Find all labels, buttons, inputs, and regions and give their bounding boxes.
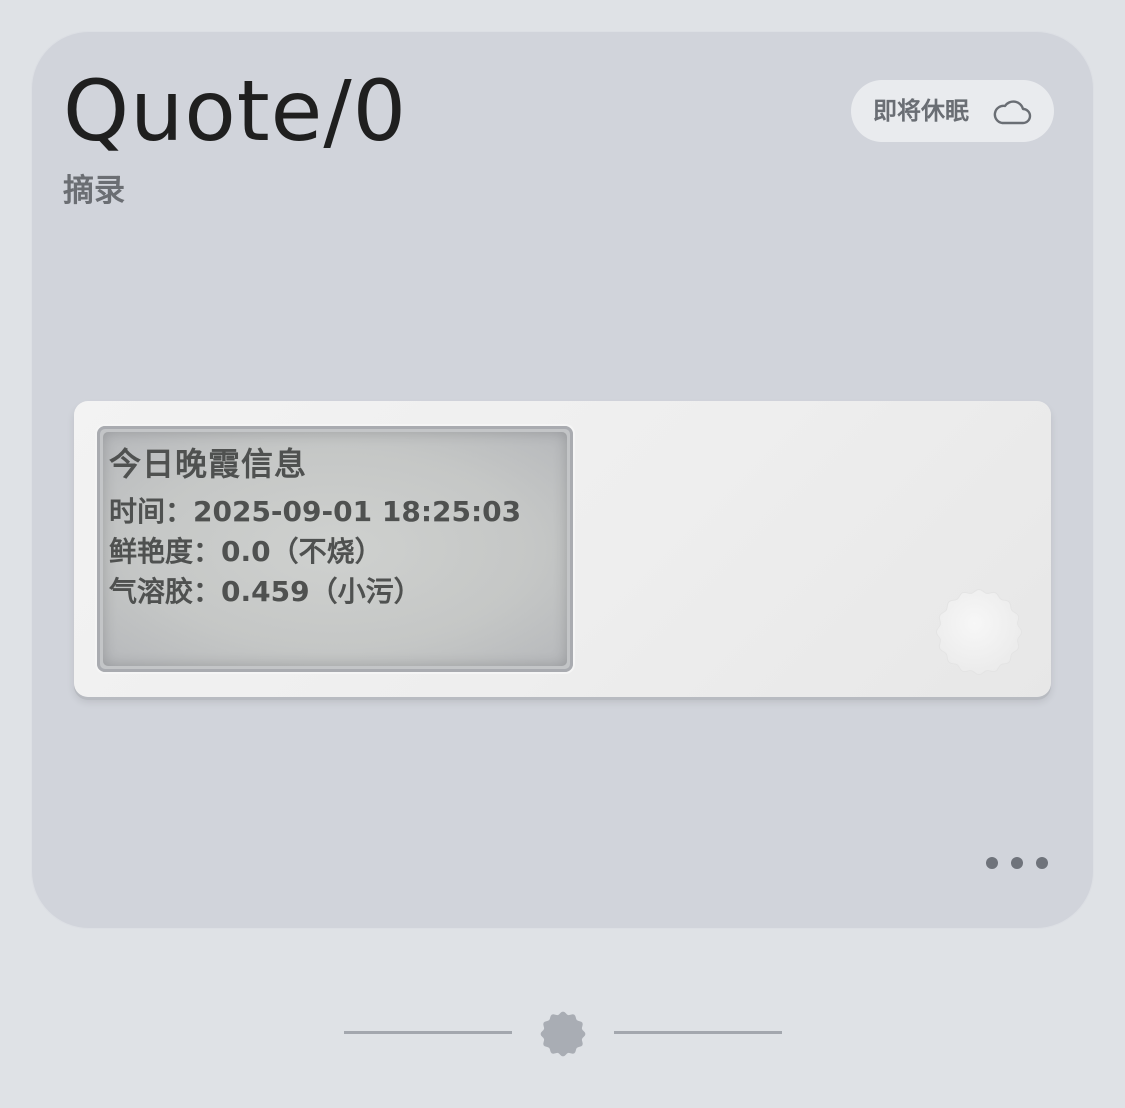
- cloud-icon: [993, 100, 1032, 125]
- eink-screen-frame: 今日晚霞信息 时间：2025-09-01 18:25:03 鲜艳度：0.0（不烧…: [97, 426, 573, 672]
- eink-screen: 今日晚霞信息 时间：2025-09-01 18:25:03 鲜艳度：0.0（不烧…: [103, 432, 567, 666]
- screen-line-aerosol: 气溶胶：0.459（小污）: [109, 575, 422, 608]
- screen-line-vividness: 鲜艳度：0.0（不烧）: [109, 535, 383, 568]
- pager-line-left: [344, 1031, 512, 1034]
- screen-line-time: 时间：2025-09-01 18:25:03: [109, 495, 522, 528]
- device-knob-button[interactable]: [936, 589, 1022, 675]
- eink-device: 今日晚霞信息 时间：2025-09-01 18:25:03 鲜艳度：0.0（不烧…: [74, 401, 1051, 697]
- device-subtitle: 摘录: [63, 173, 125, 209]
- sleep-status-button[interactable]: 即将休眠: [851, 80, 1054, 142]
- sleep-status-label: 即将休眠: [873, 97, 969, 125]
- more-dot-icon: [986, 857, 998, 869]
- more-options-button[interactable]: [986, 851, 1048, 875]
- device-card: Quote/0 摘录 即将休眠 今日晚霞信息 时间：2025-09-01 18:…: [31, 31, 1094, 929]
- pager-line-right: [614, 1031, 782, 1034]
- more-dot-icon: [1011, 857, 1023, 869]
- screen-heading: 今日晚霞信息: [109, 445, 308, 483]
- device-title: Quote/0: [63, 62, 408, 160]
- pager-gear-dot-icon[interactable]: [539, 1010, 587, 1058]
- more-dot-icon: [1036, 857, 1048, 869]
